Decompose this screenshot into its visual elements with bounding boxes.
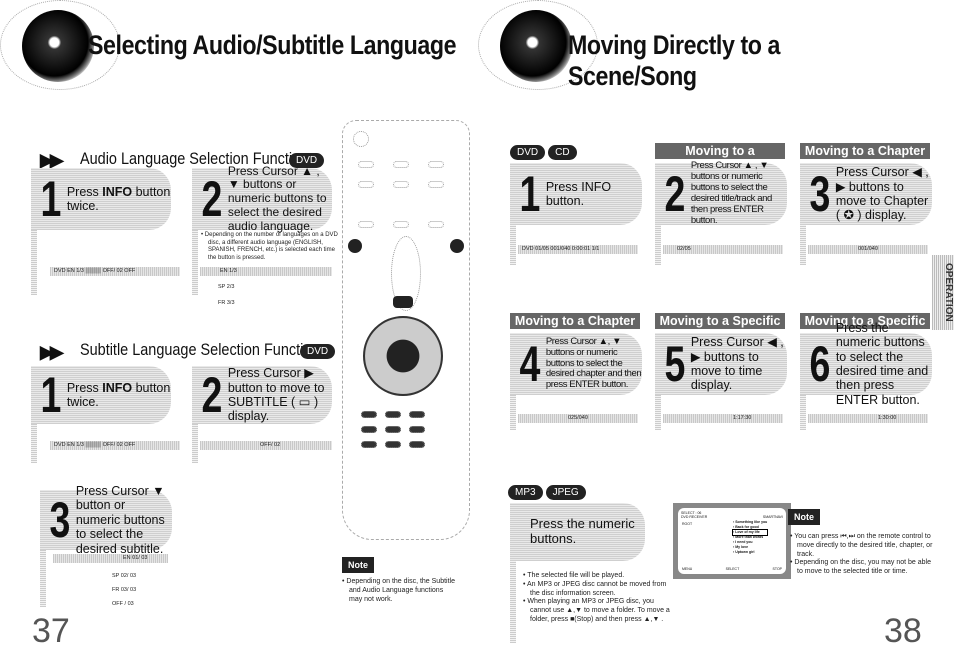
step-text: Press INFO button. — [545, 179, 612, 208]
note-text: Depending on the disc, the Subtitle and … — [342, 578, 457, 604]
info-bar: DVD EN 1/3 ▒▒▒▒ OFF/ 02 OFF — [50, 441, 180, 450]
header-chapter: Moving to a Chapter — [510, 313, 640, 329]
step-text: Press Cursor ▲ , ▼ buttons or numeric bu… — [227, 163, 327, 233]
note-text: You can press ⏮,⏭ on the remote control … — [790, 533, 935, 559]
step-text: Press Cursor ▲, ▼ buttons or numeric but… — [545, 335, 642, 391]
screen-folder: ROOT — [682, 522, 693, 526]
step-text: Press INFO button twice. — [66, 184, 171, 213]
disc-logo-icon — [22, 10, 94, 82]
step-1: 1 Press INFO button twice. — [31, 366, 171, 424]
step-number: 1 — [519, 166, 541, 222]
info-bar: OFF/ 02 — [200, 441, 332, 450]
step-4: 4 Press Cursor ▲, ▼ buttons or numeric bu… — [510, 333, 642, 395]
tv-screen-illustration: SELECT : 06 DVD RECEIVER SMARTNAVI ROOT ▪… — [673, 503, 791, 579]
option: FR 03/ 03 — [112, 587, 137, 593]
step-2: 2 Press Cursor ▲ , ▼ buttons or numeric … — [192, 164, 332, 233]
header-title-track: Moving to a Title/Track — [655, 143, 785, 174]
info-bar: 025/040 — [518, 414, 638, 423]
screen-mode: SMARTNAVI — [762, 515, 783, 519]
page-number: 37 — [32, 612, 70, 650]
step-3: 3 Press Cursor ▼ button or numeric butto… — [40, 484, 172, 556]
option: FR 3/3 — [218, 300, 235, 306]
step-text: Press Cursor ▶ button to move to SUBTITL… — [227, 366, 325, 424]
info-bar: DVD EN 1/3 ▒▒▒▒ OFF/ 02 OFF — [50, 267, 180, 276]
dvd-badge: DVD — [300, 344, 336, 359]
info-bar: DVD 01/05 001/040 0:00:01 1/1 — [518, 245, 638, 254]
screen-footer: STOP — [772, 567, 782, 571]
header-specific-time: Moving to a Specific Time — [655, 313, 785, 344]
step-2: 2 Press Cursor ▶ button to move to SUBTI… — [192, 366, 332, 424]
note-label: Note — [342, 557, 374, 573]
cd-badge: CD — [548, 145, 577, 160]
screen-device: DVD RECEIVER — [681, 515, 708, 519]
step-number: 2 — [664, 166, 686, 222]
step-number: 5 — [664, 336, 686, 392]
page-number: 38 — [884, 612, 922, 650]
track-item: ▪ Uptown girl — [733, 550, 755, 554]
note-text: Depending on the disc, you may not be ab… — [790, 559, 935, 577]
step-text: Press Cursor ◀ , ▶ buttons to move to Ch… — [835, 165, 929, 223]
step-3: 3 Press Cursor ◀ , ▶ buttons to move to C… — [800, 163, 932, 225]
step-text: Press Cursor ▼ button or numeric buttons… — [75, 484, 165, 556]
remote-control-illustration — [342, 120, 470, 540]
bullet: An MP3 or JPEG disc cannot be moved from… — [523, 581, 673, 599]
info-bar: 1:30:00 — [808, 414, 928, 423]
info-bar: 02/05 — [663, 245, 783, 254]
bullet: The selected file will be played. — [523, 572, 673, 581]
disc-logo-icon — [500, 10, 572, 82]
step-6: 6 Press the numeric buttons to select the… — [800, 321, 932, 407]
note-label: Note — [788, 509, 820, 525]
mp3-badge: MP3 — [508, 485, 543, 500]
info-bar: EN 01/ 03 — [53, 554, 168, 563]
step-number: 4 — [519, 336, 541, 392]
jpeg-badge: JPEG — [545, 485, 586, 500]
step-number: 1 — [40, 367, 62, 423]
option: SP 02/ 03 — [112, 573, 137, 579]
option: SP 2/3 — [218, 284, 235, 290]
step-number: 6 — [809, 336, 831, 392]
page-title: Selecting Audio/Subtitle Language — [88, 30, 457, 60]
step-5: 5 Press Cursor ◀ , ▶ buttons to move to t… — [655, 333, 787, 395]
step-number: 2 — [201, 367, 223, 423]
step-number: 2 — [201, 171, 223, 227]
step-text: Press the numeric buttons. — [530, 516, 635, 546]
info-bar: 1:17:30 — [663, 414, 783, 423]
step-number: 1 — [40, 171, 62, 227]
step-2: 2 Press Cursor ▲ , ▼ buttons or numeric b… — [655, 160, 787, 226]
operation-tab: OPERATION — [932, 255, 954, 330]
arrows-icon: ▶▶ — [40, 342, 64, 362]
info-bar: EN 1/3 — [200, 267, 332, 276]
step-text: Press Cursor ◀ , ▶ buttons to move to ti… — [690, 335, 784, 393]
step-text: Press Cursor ▲ , ▼ buttons or numeric bu… — [690, 160, 773, 226]
bullet: Depending on the number of languages on … — [201, 232, 341, 262]
step-number: 3 — [809, 166, 831, 222]
step-1: 1 Press INFO button twice. — [31, 168, 171, 230]
screen-footer: SELECT — [725, 567, 740, 571]
info-bar: 001/040 — [808, 245, 928, 254]
page-title: Moving Directly to a Scene/Song — [568, 30, 781, 91]
dvd-badge: DVD — [510, 145, 546, 160]
section-heading: Subtitle Language Selection Function — [80, 340, 320, 359]
header-chapter: Moving to a Chapter — [800, 143, 930, 159]
step-number: 3 — [49, 492, 71, 548]
screen-footer: MENU — [682, 567, 693, 571]
bullet: When playing an MP3 or JPEG disc, you ca… — [523, 598, 673, 624]
mp3-step: Press the numeric buttons. — [510, 503, 645, 561]
step-text: Press the numeric buttons to select the … — [835, 320, 929, 407]
step-1: 1 Press INFO button. — [510, 163, 642, 225]
option: OFF / 03 — [112, 601, 134, 607]
track-list: ▪ Something like you ▪ Back for good ▪ Lov… — [731, 520, 769, 555]
step-text: Press INFO button twice. — [66, 380, 171, 409]
